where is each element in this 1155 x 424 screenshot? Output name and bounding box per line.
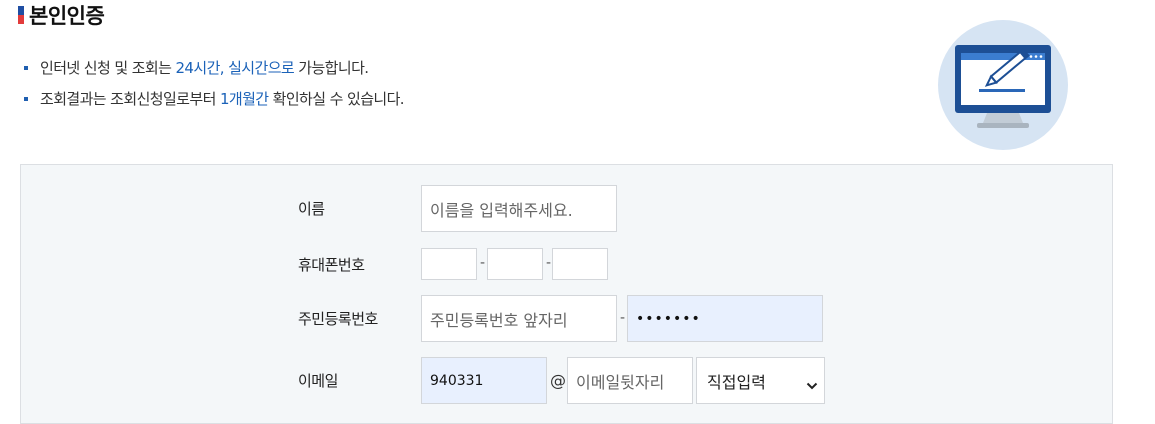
name-input[interactable]: 이름을 입력해주세요. <box>421 185 617 232</box>
notice-item: 인터넷 신청 및 조회는 24시간, 실시간으로 가능합니다. <box>24 52 404 83</box>
notice-text: 인터넷 신청 및 조회는 24시간, 실시간으로 가능합니다. <box>40 59 369 77</box>
monitor-pen-illustration-icon <box>937 19 1069 151</box>
phone-part2-input[interactable] <box>487 248 543 280</box>
rrn-label: 주민등록번호 <box>298 310 378 328</box>
page-header: 본인인증 <box>18 0 105 30</box>
notice-item: 조회결과는 조회신청일로부터 1개월간 확인하실 수 있습니다. <box>24 83 405 114</box>
at-sign: @ <box>550 371 566 390</box>
rrn-separator: - <box>620 310 626 326</box>
email-id-input[interactable]: 940331 <box>421 357 547 404</box>
chevron-down-icon <box>806 376 818 395</box>
phone-separator: - <box>480 255 486 271</box>
email-label: 이메일 <box>298 372 338 390</box>
page-title: 본인인증 <box>29 4 105 28</box>
notice-text: 조회결과는 조회신청일로부터 1개월간 확인하실 수 있습니다. <box>40 90 405 108</box>
title-marker-icon <box>18 6 24 24</box>
name-label: 이름 <box>298 200 325 218</box>
rrn-back-input[interactable]: ••••••• <box>627 295 823 342</box>
phone-separator: - <box>546 255 552 271</box>
phone-part3-input[interactable] <box>552 248 608 280</box>
email-domain-input[interactable]: 이메일뒷자리 <box>567 357 693 404</box>
notice-list: 인터넷 신청 및 조회는 24시간, 실시간으로 가능합니다. 조회결과는 조회… <box>24 52 405 114</box>
email-domain-select-value: 직접입력 <box>707 372 766 392</box>
phone-label: 휴대폰번호 <box>298 256 365 274</box>
email-domain-select[interactable]: 직접입력 <box>696 357 825 404</box>
bullet-square-icon <box>24 96 28 101</box>
phone-part1-input[interactable] <box>421 248 477 280</box>
rrn-front-input[interactable]: 주민등록번호 앞자리 <box>421 295 617 342</box>
bullet-square-icon <box>24 65 28 70</box>
